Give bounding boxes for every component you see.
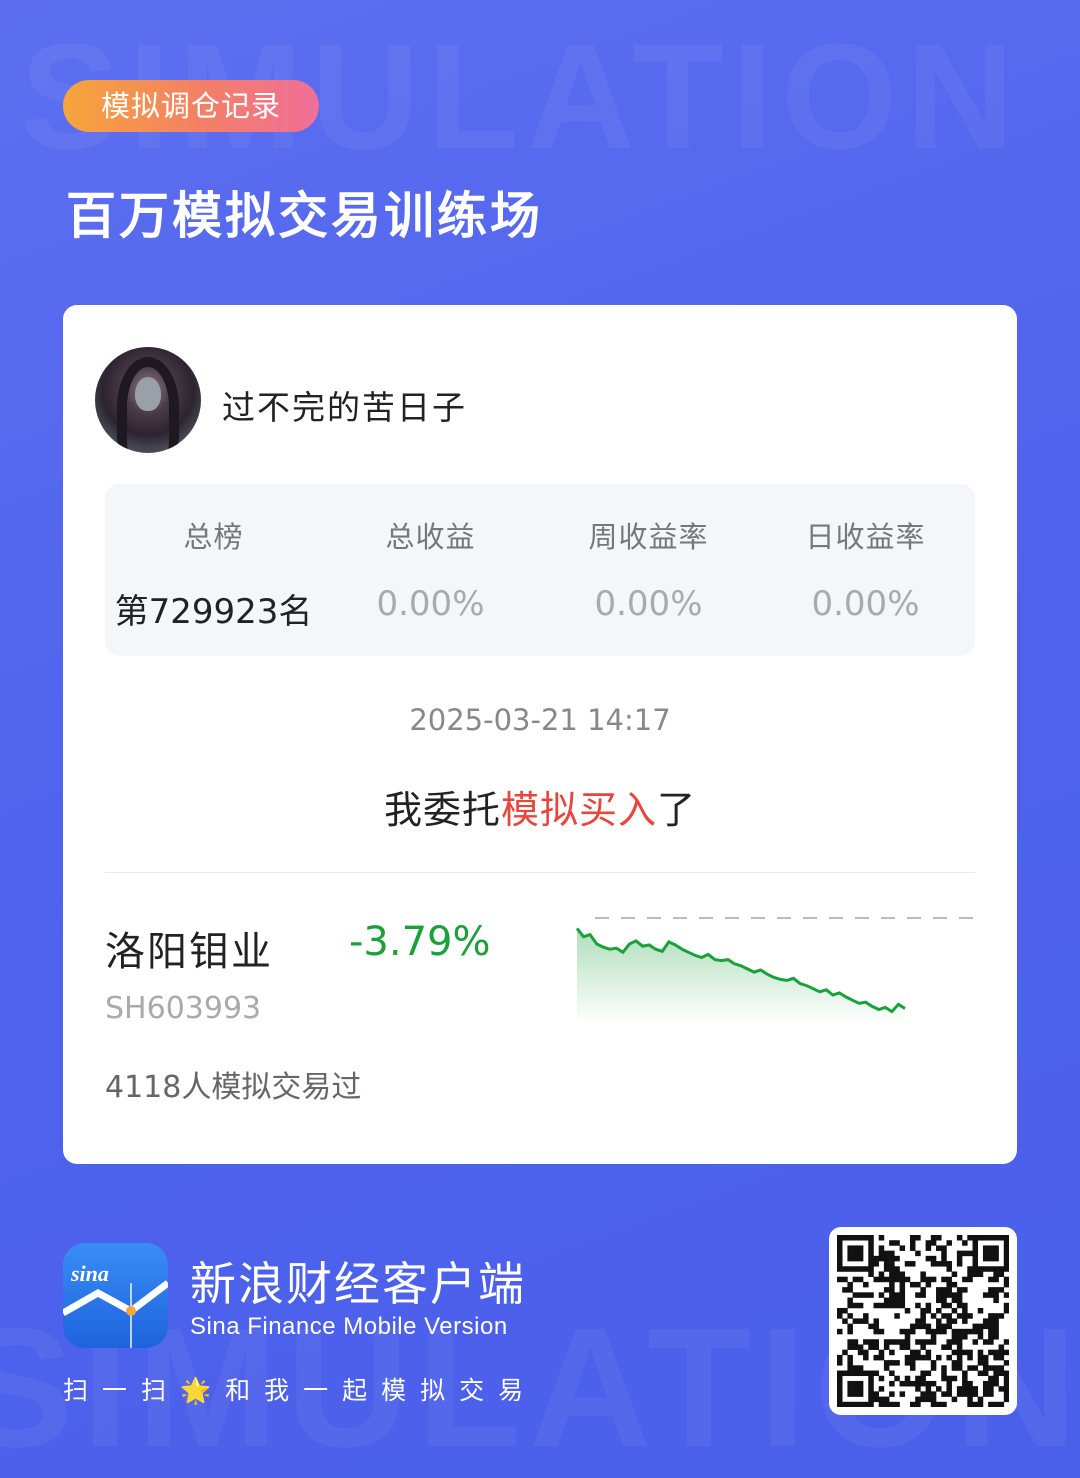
username[interactable]: 过不完的苦日子 xyxy=(222,381,467,429)
trade-datetime: 2025-03-21 14:17 xyxy=(409,703,671,737)
stat-weekly-return: 周收益率 0.00% xyxy=(540,484,757,656)
traders-count: 4118人模拟交易过 xyxy=(105,1070,362,1105)
stat-value: 0.00% xyxy=(376,584,485,624)
trade-card: 过不完的苦日子 总榜 第729923名 总收益 0.00% 周收益率 0.00%… xyxy=(63,305,1017,1164)
stat-total-return: 总收益 0.00% xyxy=(322,484,539,656)
stat-label: 总收益 xyxy=(385,520,476,554)
stat-value: 第729923名 xyxy=(114,592,313,632)
sparkline-area xyxy=(577,928,905,1025)
stock-name[interactable]: 洛阳钼业 xyxy=(105,919,273,977)
stat-label: 周收益率 xyxy=(588,520,709,554)
intraday-sparkline[interactable] xyxy=(575,915,985,1025)
avatar[interactable] xyxy=(95,347,201,453)
stats-panel: 总榜 第729923名 总收益 0.00% 周收益率 0.00% 日收益率 0.… xyxy=(105,484,975,656)
qr-code-icon xyxy=(837,1235,1009,1407)
stat-daily-return: 日收益率 0.00% xyxy=(757,484,974,656)
brand-subtitle: Sina Finance Mobile Version xyxy=(190,1313,508,1340)
stock-change: -3.79% xyxy=(349,919,491,965)
page-title: 百万模拟交易训练场 xyxy=(66,187,543,245)
action-suffix: 了 xyxy=(657,788,697,832)
logo-chart-icon xyxy=(63,1280,168,1348)
logo-text: sina xyxy=(71,1261,109,1286)
divider xyxy=(105,872,975,873)
slogan: 扫一扫🌟和我一起模拟交易 xyxy=(63,1376,538,1405)
record-tag: 模拟调仓记录 xyxy=(63,80,319,132)
stock-code: SH603993 xyxy=(105,991,262,1026)
stat-value: 0.00% xyxy=(594,584,703,624)
action-highlight: 模拟买入 xyxy=(500,788,657,832)
trade-action: 我委托模拟买入了 xyxy=(63,779,1017,834)
stat-value: 0.00% xyxy=(811,584,920,624)
action-prefix: 我委托 xyxy=(383,788,501,832)
brand-name: 新浪财经客户端 xyxy=(190,1257,526,1311)
sina-app-logo: sina xyxy=(63,1243,168,1348)
stat-total-rank: 总榜 第729923名 xyxy=(105,484,322,656)
stat-label: 日收益率 xyxy=(805,520,926,554)
qr-code[interactable] xyxy=(829,1227,1017,1415)
stat-label: 总榜 xyxy=(183,520,244,554)
avatar-face xyxy=(135,377,161,411)
